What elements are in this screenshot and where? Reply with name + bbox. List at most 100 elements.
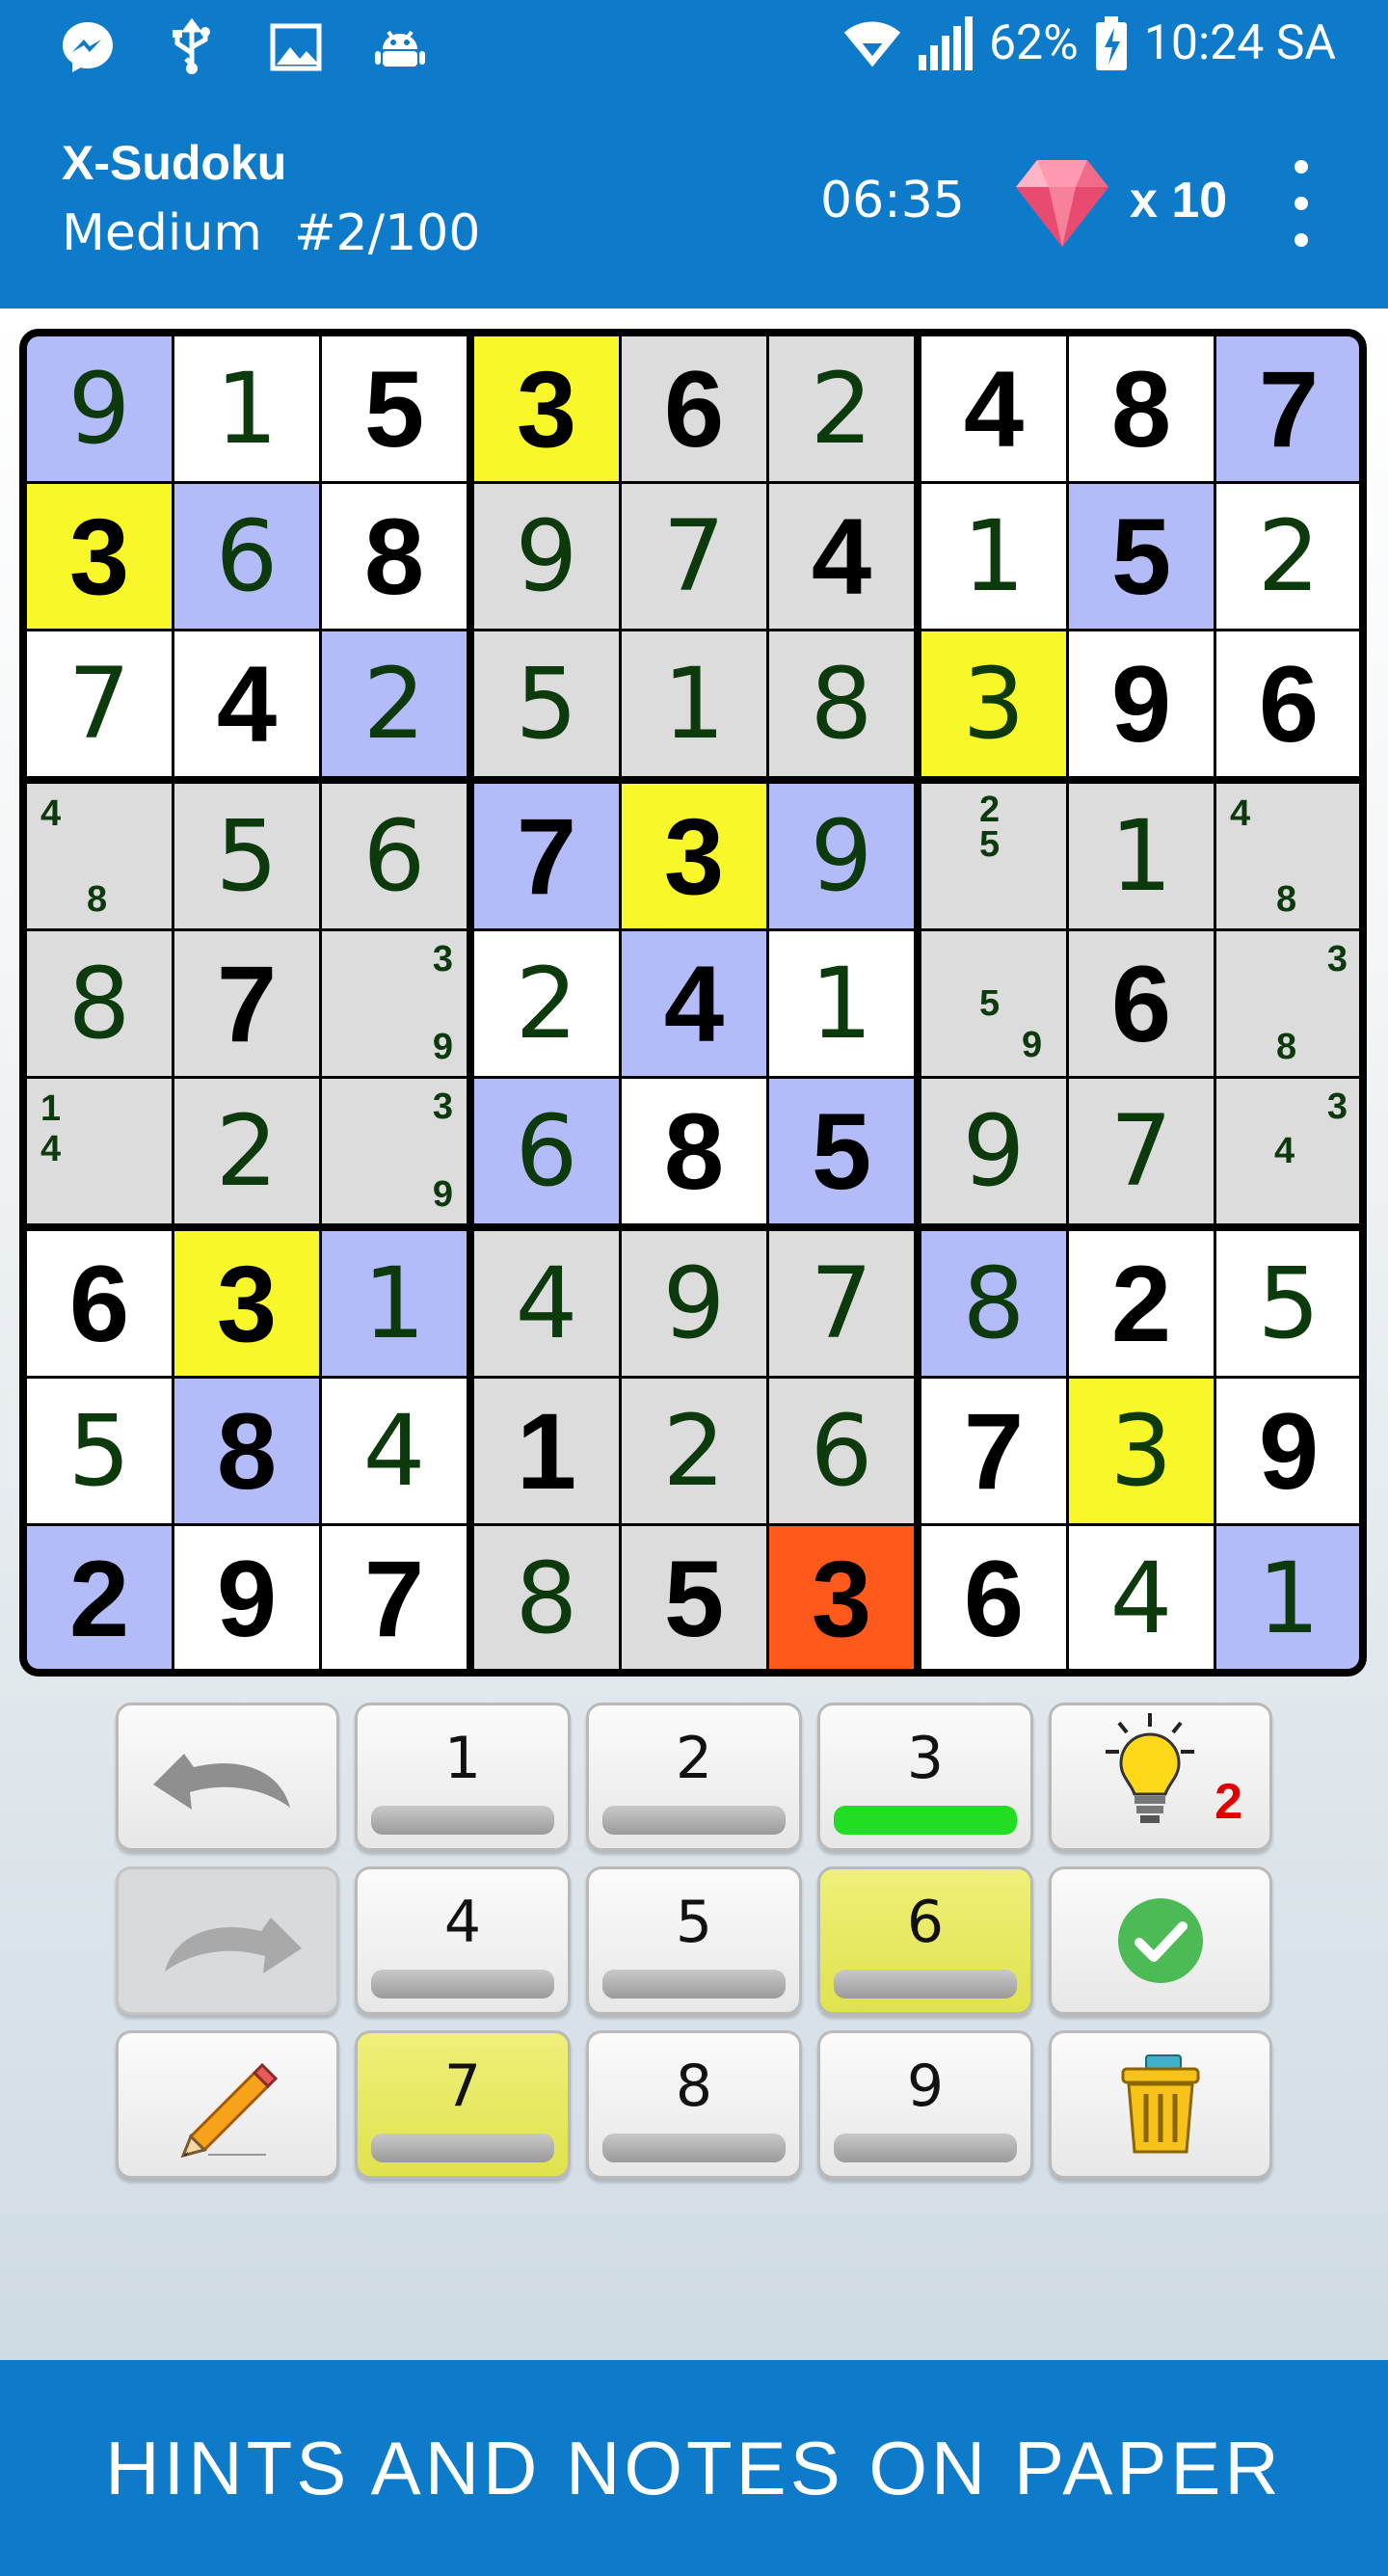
cell-r7-c3[interactable]: 1: [322, 1231, 467, 1376]
check-button[interactable]: [1049, 1866, 1272, 2015]
cell-r8-c3[interactable]: 4: [322, 1379, 467, 1523]
cell-r8-c6[interactable]: 6: [769, 1379, 914, 1523]
cell-r9-c9[interactable]: 1: [1216, 1526, 1359, 1669]
cell-r3-c7[interactable]: 3: [921, 631, 1066, 776]
cell-r9-c5[interactable]: 5: [622, 1526, 766, 1669]
cell-r2-c5[interactable]: 7: [622, 484, 766, 629]
cell-r7-c5[interactable]: 9: [622, 1231, 766, 1376]
cell-r5-c5[interactable]: 4: [622, 931, 766, 1076]
cell-r2-c8[interactable]: 5: [1069, 484, 1214, 629]
cell-r5-c6[interactable]: 1: [769, 931, 914, 1076]
cell-r6-c4[interactable]: 6: [474, 1079, 619, 1223]
pencil-notes-button[interactable]: [116, 2030, 339, 2179]
cell-r7-c4[interactable]: 4: [474, 1231, 619, 1376]
undo-button[interactable]: [116, 1703, 339, 1851]
cell-r8-c5[interactable]: 2: [622, 1379, 766, 1523]
cell-r1-c3[interactable]: 5: [322, 336, 467, 481]
cell-r1-c2[interactable]: 1: [174, 336, 319, 481]
cell-r9-c7[interactable]: 6: [921, 1526, 1066, 1669]
cell-r9-c6[interactable]: 3: [769, 1526, 914, 1669]
number-key-7[interactable]: 7: [355, 2030, 571, 2179]
gem-icon[interactable]: [1012, 154, 1112, 251]
cell-r7-c7[interactable]: 8: [921, 1231, 1066, 1376]
cell-r6-c6[interactable]: 5: [769, 1079, 914, 1223]
cell-r4-c5[interactable]: 3: [622, 784, 766, 928]
cell-r7-c8[interactable]: 2: [1069, 1231, 1214, 1376]
cell-r3-c5[interactable]: 1: [622, 631, 766, 776]
cell-r1-c6[interactable]: 2: [769, 336, 914, 481]
cell-r2-c4[interactable]: 9: [474, 484, 619, 629]
cell-r3-c8[interactable]: 9: [1069, 631, 1214, 776]
cell-r7-c9[interactable]: 5: [1216, 1231, 1359, 1376]
cell-r9-c1[interactable]: 2: [27, 1526, 172, 1669]
redo-button[interactable]: [116, 1866, 339, 2015]
number-key-3[interactable]: 3: [817, 1703, 1033, 1851]
number-key-9[interactable]: 9: [817, 2030, 1033, 2179]
cell-r7-c6[interactable]: 7: [769, 1231, 914, 1376]
cell-r7-c2[interactable]: 3: [174, 1231, 319, 1376]
cell-r4-c9[interactable]: 48: [1216, 784, 1359, 928]
cell-r2-c9[interactable]: 2: [1216, 484, 1359, 629]
cell-r5-c2[interactable]: 7: [174, 931, 319, 1076]
cell-r3-c6[interactable]: 8: [769, 631, 914, 776]
cell-r9-c8[interactable]: 4: [1069, 1526, 1214, 1669]
overflow-menu-icon[interactable]: [1282, 160, 1321, 247]
cell-r1-c1[interactable]: 9: [27, 336, 172, 481]
cell-r2-c1[interactable]: 3: [27, 484, 172, 629]
cell-r5-c9[interactable]: 38: [1216, 931, 1359, 1076]
cell-r4-c6[interactable]: 9: [769, 784, 914, 928]
cell-r8-c1[interactable]: 5: [27, 1379, 172, 1523]
cell-r5-c3[interactable]: 39: [322, 931, 467, 1076]
cell-r8-c8[interactable]: 3: [1069, 1379, 1214, 1523]
hint-button[interactable]: 2: [1049, 1703, 1272, 1851]
cell-r6-c1[interactable]: 14: [27, 1079, 172, 1223]
number-key-6[interactable]: 6: [817, 1866, 1033, 2015]
cell-r1-c5[interactable]: 6: [622, 336, 766, 481]
cell-r3-c3[interactable]: 2: [322, 631, 467, 776]
cell-r3-c2[interactable]: 4: [174, 631, 319, 776]
cell-r4-c7[interactable]: 25: [921, 784, 1066, 928]
cell-r5-c4[interactable]: 2: [474, 931, 619, 1076]
cell-r4-c2[interactable]: 5: [174, 784, 319, 928]
cell-r6-c9[interactable]: 34: [1216, 1079, 1359, 1223]
cell-r9-c4[interactable]: 8: [474, 1526, 619, 1669]
cell-r4-c4[interactable]: 7: [474, 784, 619, 928]
cell-r6-c7[interactable]: 9: [921, 1079, 1066, 1223]
cell-r4-c8[interactable]: 1: [1069, 784, 1214, 928]
cell-r6-c8[interactable]: 7: [1069, 1079, 1214, 1223]
cell-r2-c2[interactable]: 6: [174, 484, 319, 629]
cell-r8-c9[interactable]: 9: [1216, 1379, 1359, 1523]
cell-r3-c9[interactable]: 6: [1216, 631, 1359, 776]
cell-r3-c4[interactable]: 5: [474, 631, 619, 776]
cell-r9-c2[interactable]: 9: [174, 1526, 319, 1669]
number-key-5[interactable]: 5: [586, 1866, 802, 2015]
cell-r8-c7[interactable]: 7: [921, 1379, 1066, 1523]
cell-r1-c4[interactable]: 3: [474, 336, 619, 481]
cell-r6-c2[interactable]: 2: [174, 1079, 319, 1223]
cell-r8-c4[interactable]: 1: [474, 1379, 619, 1523]
cell-r7-c1[interactable]: 6: [27, 1231, 172, 1376]
number-key-4[interactable]: 4: [355, 1866, 571, 2015]
cell-r2-c3[interactable]: 8: [322, 484, 467, 629]
erase-button[interactable]: [1049, 2030, 1272, 2179]
number-key-8[interactable]: 8: [586, 2030, 802, 2179]
cell-r5-c8[interactable]: 6: [1069, 931, 1214, 1076]
cell-r8-c2[interactable]: 8: [174, 1379, 319, 1523]
cell-r4-c1[interactable]: 48: [27, 784, 172, 928]
cell-r3-c1[interactable]: 7: [27, 631, 172, 776]
pencil-note: 9: [1022, 1025, 1043, 1065]
cell-r6-c3[interactable]: 39: [322, 1079, 467, 1223]
cell-r5-c1[interactable]: 8: [27, 931, 172, 1076]
cell-r1-c9[interactable]: 7: [1216, 336, 1359, 481]
cell-r2-c7[interactable]: 1: [921, 484, 1066, 629]
number-key-2[interactable]: 2: [586, 1703, 802, 1851]
cell-r6-c5[interactable]: 8: [622, 1079, 766, 1223]
cell-r2-c6[interactable]: 4: [769, 484, 914, 629]
cell-r1-c8[interactable]: 8: [1069, 336, 1214, 481]
cell-r5-c7[interactable]: 59: [921, 931, 1066, 1076]
sudoku-board: 9153624873689741527425183964856739251488…: [19, 329, 1367, 1677]
number-key-1[interactable]: 1: [355, 1703, 571, 1851]
cell-r4-c3[interactable]: 6: [322, 784, 467, 928]
cell-r1-c7[interactable]: 4: [921, 336, 1066, 481]
cell-r9-c3[interactable]: 7: [322, 1526, 467, 1669]
